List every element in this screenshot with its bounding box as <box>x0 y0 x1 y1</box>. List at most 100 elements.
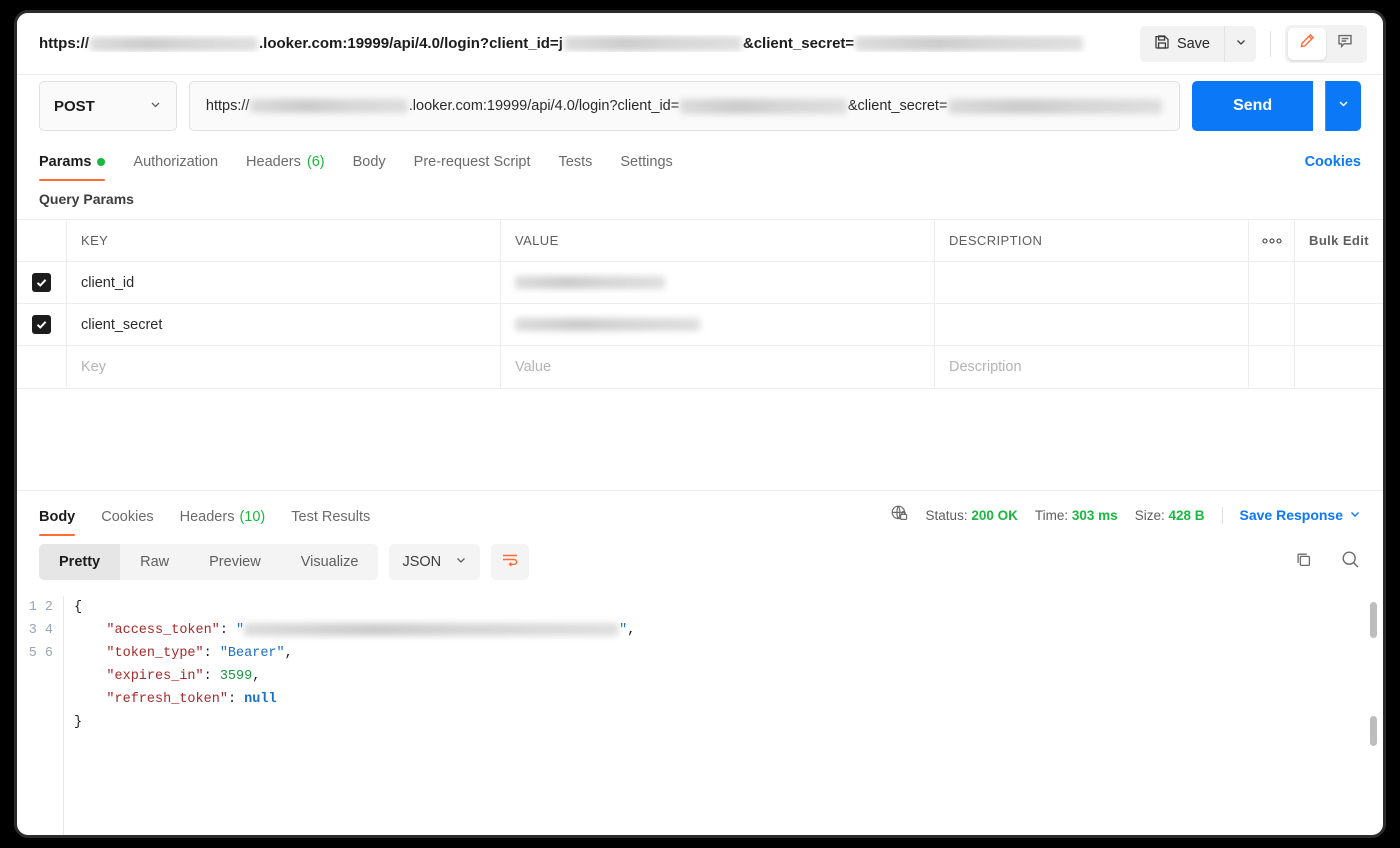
status-group: Status: 200 OK <box>926 508 1018 523</box>
param-key[interactable]: client_secret <box>67 304 501 345</box>
url-secret-label: &client_secret= <box>848 98 948 114</box>
send-options-button[interactable] <box>1325 81 1361 131</box>
response-tab-test-results[interactable]: Test Results <box>278 509 383 536</box>
new-param-value-input[interactable]: Value <box>501 346 935 388</box>
row-spacer-end <box>1295 304 1383 345</box>
save-button[interactable]: Save <box>1140 26 1224 62</box>
tab-label: Test Results <box>291 509 370 525</box>
new-param-description-input[interactable]: Description <box>935 346 1249 388</box>
toolbar-divider <box>1270 31 1271 57</box>
table-row[interactable]: client_secret <box>17 304 1383 346</box>
line-number-gutter: 1 2 3 4 5 6 <box>17 596 63 835</box>
tab-label: Params <box>39 154 91 170</box>
json-code: { "access_token": "", "token_type": "Bea… <box>63 596 1383 835</box>
more-options-icon <box>1261 233 1283 248</box>
tab-body[interactable]: Body <box>339 154 400 181</box>
row-checkbox[interactable] <box>32 315 51 334</box>
row-checkbox-cell <box>17 304 67 345</box>
response-body-viewer[interactable]: 1 2 3 4 5 6 { "access_token": "", "token… <box>17 588 1383 835</box>
chevron-down-icon <box>455 554 467 570</box>
word-wrap-button[interactable] <box>491 544 529 580</box>
comments-button[interactable] <box>1326 28 1364 60</box>
code-line: "refresh_token": null <box>74 692 277 707</box>
request-url-input[interactable]: https:// .looker.com:19999/api/4.0/login… <box>189 81 1180 131</box>
save-response-label: Save Response <box>1240 507 1344 523</box>
response-body-toolbar: Pretty Raw Preview Visualize JSON <box>17 536 1383 588</box>
tab-label: Headers <box>246 154 301 170</box>
param-key[interactable]: client_id <box>67 262 501 303</box>
code-scrollbar[interactable] <box>1370 596 1377 835</box>
new-param-key-input[interactable]: Key <box>67 346 501 388</box>
tab-label: Tests <box>559 154 593 170</box>
response-tab-headers[interactable]: Headers (10) <box>167 509 279 536</box>
view-visualize[interactable]: Visualize <box>281 544 379 580</box>
tab-params[interactable]: Params <box>25 154 119 181</box>
tab-tests[interactable]: Tests <box>545 154 607 181</box>
tab-authorization[interactable]: Authorization <box>119 154 232 181</box>
chevron-down-icon <box>1337 97 1350 115</box>
request-row: POST https:// .looker.com:19999/api/4.0/… <box>17 75 1383 137</box>
redacted-access-token <box>244 623 619 636</box>
redacted-value <box>515 276 665 289</box>
modified-dot-icon <box>97 158 105 166</box>
param-value[interactable] <box>501 304 935 345</box>
view-pretty[interactable]: Pretty <box>39 544 120 580</box>
response-status-bar: Status: 200 OK Time: 303 ms Size: 428 B … <box>890 504 1361 536</box>
edit-mode-button[interactable] <box>1288 28 1326 60</box>
view-mode-group <box>1285 25 1367 63</box>
response-tab-bar: Body Cookies Headers (10) Test Results S… <box>17 490 1383 536</box>
tab-settings[interactable]: Settings <box>606 154 686 181</box>
row-checkbox[interactable] <box>32 273 51 292</box>
send-button[interactable]: Send <box>1192 81 1313 131</box>
status-divider <box>1222 507 1223 524</box>
redacted-client-id <box>680 99 847 114</box>
view-preview[interactable]: Preview <box>189 544 281 580</box>
save-label: Save <box>1177 36 1210 52</box>
redacted-host <box>90 37 258 51</box>
bulk-edit-button[interactable]: Bulk Edit <box>1295 220 1383 261</box>
tab-label: Pre-request Script <box>414 154 531 170</box>
floppy-disk-icon <box>1154 34 1170 54</box>
redacted-client-id <box>564 36 742 51</box>
http-method-value: POST <box>54 98 95 115</box>
response-format-select[interactable]: JSON <box>389 544 480 580</box>
request-title: https:// .looker.com:19999/api/4.0/login… <box>39 35 1140 52</box>
http-method-select[interactable]: POST <box>39 81 177 131</box>
comment-icon <box>1336 32 1354 55</box>
response-tab-body[interactable]: Body <box>26 509 88 536</box>
save-response-button[interactable]: Save Response <box>1240 507 1362 523</box>
view-raw[interactable]: Raw <box>120 544 189 580</box>
url-scheme: https:// <box>206 98 250 114</box>
code-line: "token_type": "Bearer", <box>74 646 293 661</box>
scrollbar-thumb-top[interactable] <box>1370 602 1377 638</box>
copy-icon[interactable] <box>1294 550 1314 575</box>
response-tab-cookies[interactable]: Cookies <box>88 509 166 536</box>
size-label: Size: <box>1135 508 1165 523</box>
param-value[interactable] <box>501 262 935 303</box>
param-description[interactable] <box>935 304 1249 345</box>
json-value-token-type: "Bearer" <box>220 646 285 661</box>
tab-label: Headers <box>180 509 235 525</box>
chevron-down-icon <box>149 98 162 115</box>
table-options-button[interactable] <box>1249 220 1295 261</box>
json-value-expires-in: 3599 <box>220 669 252 684</box>
row-spacer-end <box>1295 262 1383 303</box>
time-value: 303 ms <box>1072 508 1118 523</box>
query-params-heading: Query Params <box>17 181 1383 219</box>
scrollbar-thumb-bottom[interactable] <box>1370 716 1377 746</box>
save-options-button[interactable] <box>1224 26 1256 62</box>
tab-badge: (10) <box>239 509 265 525</box>
search-icon[interactable] <box>1340 549 1361 575</box>
word-wrap-icon <box>501 552 519 573</box>
json-key-access-token: "access_token" <box>106 623 219 638</box>
param-description[interactable] <box>935 262 1249 303</box>
table-empty-row[interactable]: Key Value Description <box>17 346 1383 388</box>
empty-checkbox-cell <box>17 346 67 388</box>
tab-pre-request-script[interactable]: Pre-request Script <box>400 154 545 181</box>
cookies-link[interactable]: Cookies <box>1305 154 1361 181</box>
code-line: { <box>74 600 82 615</box>
table-row[interactable]: client_id <box>17 262 1383 304</box>
redacted-client-secret <box>855 36 1083 51</box>
tab-headers[interactable]: Headers (6) <box>232 154 339 181</box>
chevron-down-icon <box>1349 507 1361 523</box>
